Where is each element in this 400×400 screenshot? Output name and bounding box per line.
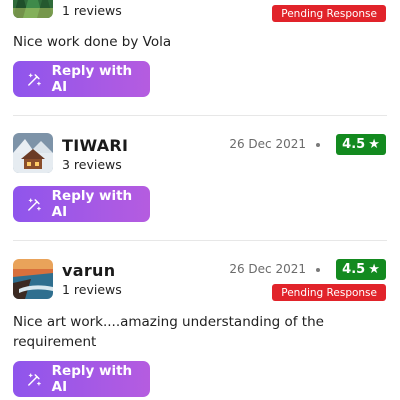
star-icon: ★ [368,137,380,152]
avatar-sunset-image [13,259,53,299]
reply-with-ai-button[interactable]: Reply with AI [13,186,150,222]
review-date: 26 Dec 2021 [229,137,306,151]
review-date: 26 Dec 2021 [229,262,306,276]
rating-value: 4.5 [342,262,366,277]
avatar-forest-image [13,0,53,18]
magic-wand-icon [28,372,41,386]
rating-value: 4.5 [342,137,366,152]
pending-response-badge: Pending Response [272,5,386,22]
star-icon: ★ [368,262,380,277]
reviewer-avatar[interactable] [13,133,53,173]
separator-dot [316,268,320,272]
reply-button-label: Reply with AI [51,63,133,95]
separator-dot [316,143,320,147]
reply-with-ai-button[interactable]: Reply with AI [13,61,150,97]
review-divider [13,240,387,241]
review-divider [13,115,387,116]
reviewer-name: TIWARI [62,136,129,155]
review-count: 1 reviews [62,282,122,297]
reply-with-ai-button[interactable]: Reply with AI [13,361,150,397]
rating-badge: 4.5 ★ [336,134,386,155]
review-text: Nice art work....amazing understanding o… [13,314,324,350]
reviewer-avatar[interactable] [13,259,53,299]
rating-badge: 4.5 ★ [336,259,386,280]
avatar-cabin-image [13,133,53,173]
magic-wand-icon [28,72,41,86]
review-count: 1 reviews [62,3,122,18]
reply-button-label: Reply with AI [51,188,133,220]
magic-wand-icon [28,197,41,211]
pending-response-badge: Pending Response [272,284,386,301]
reviewer-avatar[interactable] [13,0,53,18]
review-text: Nice work done by Vola [13,34,172,50]
review-count: 3 reviews [62,157,122,172]
reviewer-name: varun [62,261,116,280]
reply-button-label: Reply with AI [51,363,133,395]
